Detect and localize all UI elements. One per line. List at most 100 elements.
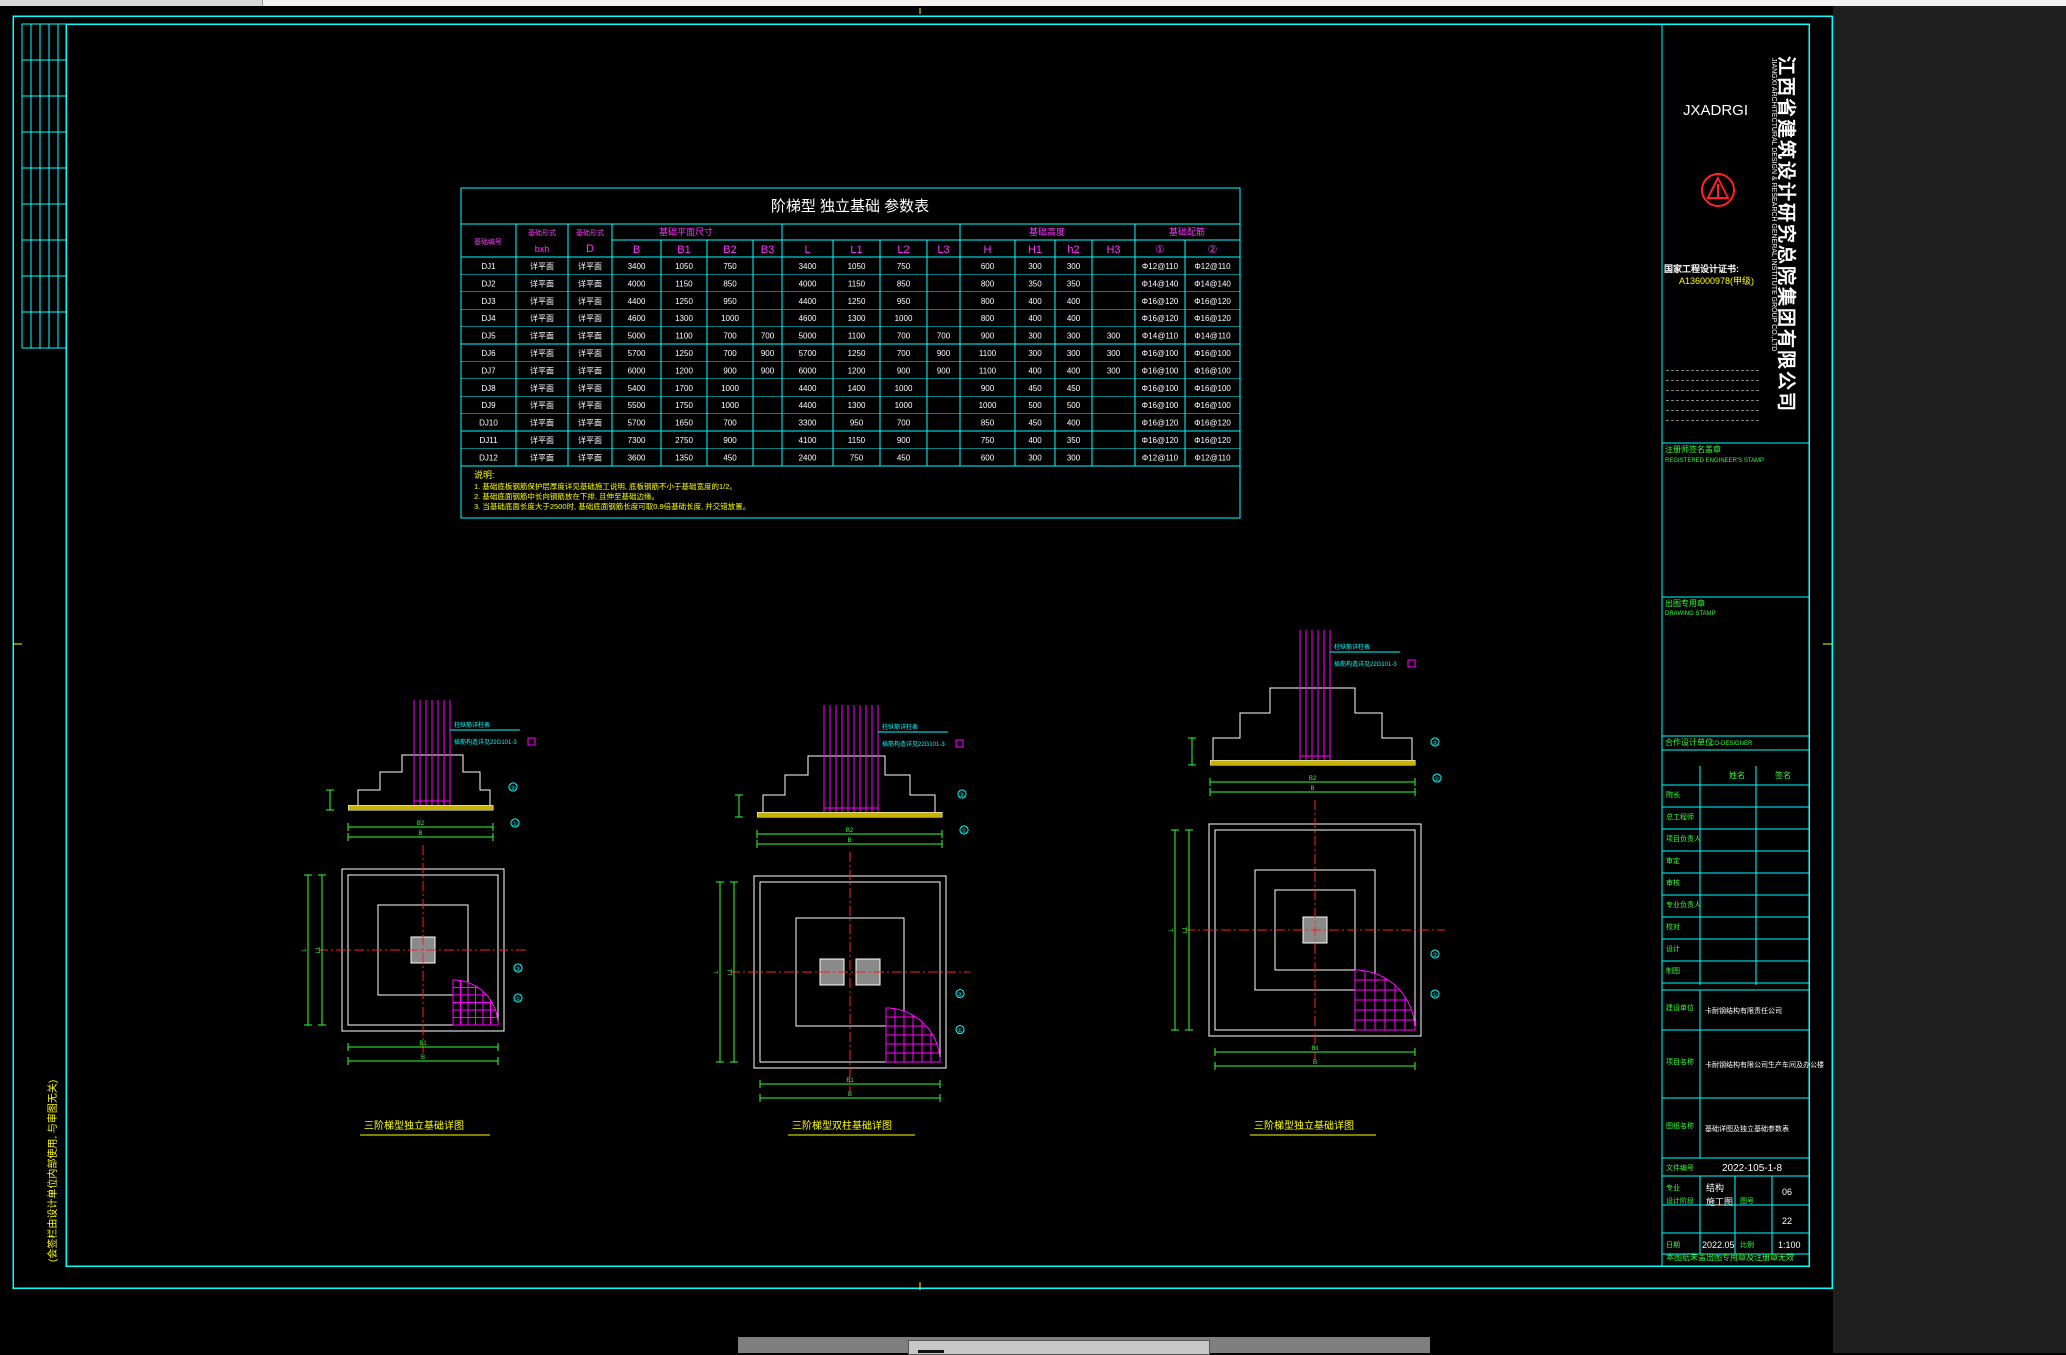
cell-r7-c5: 1000 (721, 384, 739, 393)
cell-r10-c8: 1150 (848, 436, 866, 445)
cell-r4-c9: 700 (897, 332, 911, 341)
cell-r3-c0: DJ4 (481, 314, 496, 323)
cell-r9-c4: 1650 (675, 419, 693, 428)
tb-date: 2022.05 (1702, 1240, 1735, 1250)
tb-role-1: 总工程师 (1666, 812, 1694, 821)
cell-r3-c12: 400 (1028, 314, 1042, 323)
cell-r6-c0: DJ7 (481, 366, 496, 375)
cell-r8-c13: 500 (1067, 401, 1081, 410)
cell-r0-c4: 1050 (675, 262, 693, 271)
cell-r10-c9: 900 (897, 436, 911, 445)
detail-1-section-bubble-1: ① (512, 821, 517, 828)
cell-r10-c4: 2750 (675, 436, 693, 445)
cell-r4-c5: 700 (723, 332, 737, 341)
cell-r4-c15: Φ14@110 (1142, 332, 1179, 341)
cert-label: 出图专用章 (1665, 598, 1705, 608)
note-1: 1. 基础底板钢筋保护层厚度详见基础施工说明, 底板钢筋不小于基础宽度的1/2。 (474, 481, 737, 491)
cell-r10-c1: 详平面 (530, 435, 554, 445)
cell-r10-c15: Φ16@120 (1142, 436, 1179, 445)
cell-r4-c4: 1100 (675, 332, 693, 341)
cell-r6-c9: 900 (897, 366, 911, 375)
cell-r7-c16: Φ16@100 (1194, 384, 1231, 393)
cell-r7-c4: 1700 (675, 384, 693, 393)
col-name-header: 姓名 (1729, 770, 1745, 780)
tb-scale-label: 比例 (1740, 1240, 1754, 1249)
cell-r0-c3: 3400 (628, 262, 646, 271)
cell-r10-c0: DJ11 (479, 436, 498, 445)
cell-r8-c0: DJ9 (481, 401, 496, 410)
cell-r1-c8: 1150 (848, 279, 866, 288)
cell-r5-c13: 300 (1067, 349, 1081, 358)
hdr-foundation: 基础编号 (474, 237, 502, 246)
cell-r5-c0: DJ6 (481, 349, 496, 358)
cell-r1-c11: 800 (981, 279, 995, 288)
detail-1-plan-bubble-2: ② (515, 966, 520, 973)
cell-r5-c5: 700 (723, 349, 737, 358)
detail-caption-1: 三阶梯型独立基础详图 (364, 1119, 464, 1132)
cell-r9-c3: 5700 (628, 419, 646, 428)
cell-r6-c13: 400 (1067, 366, 1081, 375)
cell-r7-c3: 5400 (628, 384, 646, 393)
detail-2-plan-dim-l: L (714, 970, 720, 974)
detail-2-section-callout-dowel: 插筋构造详见22G101-3 (882, 740, 945, 748)
cell-r6-c10: 900 (937, 366, 951, 375)
tb-date-label: 日期 (1666, 1241, 1680, 1249)
tb-sheet: 06 (1782, 1187, 1792, 1197)
cell-r3-c1: 详平面 (530, 313, 554, 323)
cell-r2-c3: 4400 (628, 297, 646, 306)
tb-client-label: 建设单位 (1666, 1003, 1694, 1012)
cell-r9-c8: 950 (850, 419, 864, 428)
company-logo-text: JXADRGI (1683, 102, 1748, 119)
cell-r9-c7: 3300 (799, 419, 817, 428)
hdr-col_b2: B2 (723, 244, 736, 256)
detail-1-section-callout-col: 柱纵筋详柱表 (454, 721, 490, 729)
hdr-group-plan: 基础平面尺寸 (659, 226, 713, 237)
cell-r11-c0: DJ12 (479, 453, 498, 462)
cell-r7-c15: Φ16@100 (1142, 384, 1179, 393)
tb-stage: 施工图 (1706, 1196, 1733, 1207)
cell-r3-c15: Φ16@120 (1142, 314, 1179, 323)
table-title: 阶梯型 独立基础 参数表 (771, 198, 929, 215)
cell-r9-c15: Φ16@120 (1142, 419, 1179, 428)
detail-3-section-bubble-1: ① (1434, 776, 1439, 783)
tb-disc-label: 专业 (1666, 1183, 1680, 1192)
cell-r8-c4: 1750 (675, 401, 693, 410)
cell-r6-c2: 详平面 (578, 365, 602, 375)
cell-r0-c5: 750 (723, 262, 737, 271)
detail-3-section-marker (1407, 659, 1416, 668)
cell-r10-c7: 4100 (799, 436, 817, 445)
cell-r7-c0: DJ8 (481, 384, 496, 393)
detail-2-plan-dim-b: B (848, 1092, 852, 1098)
col-sign-header: 签名 (1775, 770, 1791, 780)
cell-r9-c0: DJ10 (479, 419, 498, 428)
coop-label-en: CO-DESIGNER (1710, 741, 1753, 747)
hdr-d: D (586, 243, 594, 255)
cell-r5-c14: 300 (1107, 349, 1121, 358)
cell-r7-c11: 900 (981, 384, 995, 393)
cell-r5-c2: 详平面 (578, 348, 602, 358)
cell-r8-c9: 1000 (895, 401, 913, 410)
tb-client-value: 卡耐钢结构有限责任公司 (1705, 1006, 1782, 1015)
detail-2-section-dim-b2: B2 (846, 828, 854, 834)
parameter-table: 阶梯型 独立基础 参数表 基础平面尺寸 基础高度 基础配筋基础编号 基础形式 bxh 基础… (460, 187, 1241, 519)
cell-r5-c11: 1100 (979, 349, 997, 358)
detail-3-section-dim-b2: B2 (1309, 776, 1317, 782)
company-name-en: JIANGXI ARCHITECTURAL DESIGN & RESEARCH … (1770, 58, 1777, 351)
cell-r6-c11: 1100 (979, 366, 997, 375)
cell-r10-c5: 900 (723, 436, 737, 445)
cell-r3-c9: 1000 (895, 314, 913, 323)
detail-3-plan-bubble-2: ② (1432, 952, 1437, 959)
cell-r4-c0: DJ5 (481, 332, 496, 341)
cell-r4-c8: 1100 (848, 332, 866, 341)
detail-3-plan-dim-l: L (1169, 928, 1175, 932)
hdr-group-rebar: 基础配筋 (1169, 226, 1205, 237)
hdr-col_l1: L1 (850, 244, 862, 256)
cell-r5-c10: 900 (937, 349, 951, 358)
hdr-type-sub: bxh (535, 244, 550, 254)
cell-r11-c16: Φ12@110 (1194, 453, 1231, 462)
hdr-col_h2: h2 (1067, 244, 1079, 256)
detail-1-plan-dim-l: L (302, 948, 308, 952)
tb-role-0: 院长 (1666, 790, 1680, 799)
detail-3-section-pad (1209, 759, 1416, 766)
cad-drawing-canvas[interactable]: (会签栏由设计单位内部使用, 与审图无关) 阶梯型 独立基础 参数表 基础平面尺… (0, 0, 2066, 1353)
